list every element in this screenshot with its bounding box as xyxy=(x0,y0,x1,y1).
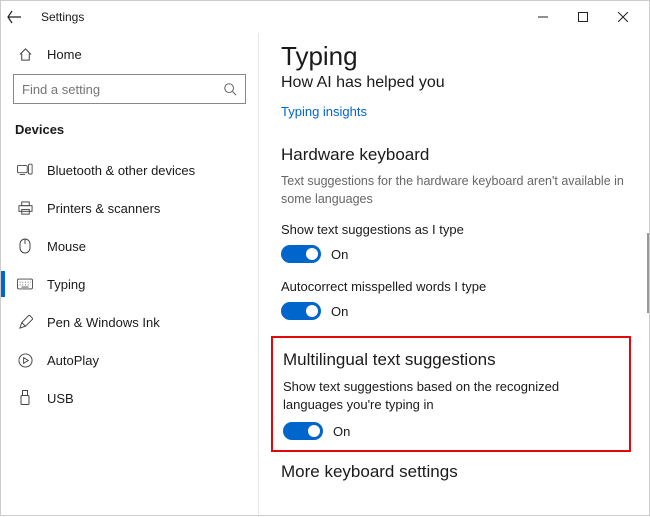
close-button[interactable] xyxy=(603,1,643,33)
nav-item-label: Mouse xyxy=(47,239,86,254)
titlebar: Settings xyxy=(1,1,649,33)
nav-item-label: Pen & Windows Ink xyxy=(47,315,160,330)
nav-item-autoplay[interactable]: AutoPlay xyxy=(13,341,246,379)
hardware-note: Text suggestions for the hardware keyboa… xyxy=(281,173,629,208)
search-input[interactable] xyxy=(22,82,223,97)
maximize-button[interactable] xyxy=(563,1,603,33)
nav-item-typing[interactable]: Typing xyxy=(13,265,246,303)
autocorrect-toggle[interactable] xyxy=(281,302,321,320)
category-title: Devices xyxy=(15,122,246,137)
hardware-keyboard-title: Hardware keyboard xyxy=(281,145,629,165)
multilingual-toggle[interactable] xyxy=(283,422,323,440)
nav-item-label: Printers & scanners xyxy=(47,201,160,216)
usb-icon xyxy=(17,390,33,406)
multilingual-title: Multilingual text suggestions xyxy=(283,350,619,370)
show-suggestions-toggle[interactable] xyxy=(281,245,321,263)
more-keyboard-title: More keyboard settings xyxy=(281,462,629,482)
keyboard-icon xyxy=(17,278,33,290)
multilingual-state: On xyxy=(333,424,350,439)
nav-item-label: Typing xyxy=(47,277,85,292)
mouse-icon xyxy=(17,238,33,254)
content-pane: Typing How AI has helped you Typing insi… xyxy=(259,33,649,517)
search-box[interactable] xyxy=(13,74,246,104)
show-suggestions-state: On xyxy=(331,247,348,262)
sidebar: Home Devices Bluetooth & other devices P… xyxy=(1,33,259,517)
home-icon xyxy=(17,47,33,62)
search-icon xyxy=(223,82,237,96)
window-title: Settings xyxy=(41,10,84,24)
autoplay-icon xyxy=(17,353,33,368)
nav-item-mouse[interactable]: Mouse xyxy=(13,227,246,265)
multilingual-desc: Show text suggestions based on the recog… xyxy=(283,378,619,414)
nav-item-label: USB xyxy=(47,391,74,406)
printer-icon xyxy=(17,201,33,216)
nav-item-usb[interactable]: USB xyxy=(13,379,246,417)
multilingual-highlight: Multilingual text suggestions Show text … xyxy=(271,336,631,452)
back-button[interactable] xyxy=(7,10,35,24)
typing-insights-link[interactable]: Typing insights xyxy=(281,104,367,119)
nav-item-printers[interactable]: Printers & scanners xyxy=(13,189,246,227)
page-subtitle: How AI has helped you xyxy=(281,74,629,92)
autocorrect-state: On xyxy=(331,304,348,319)
nav-item-label: Bluetooth & other devices xyxy=(47,163,195,178)
autocorrect-label: Autocorrect misspelled words I type xyxy=(281,279,629,294)
show-suggestions-label: Show text suggestions as I type xyxy=(281,222,629,237)
nav-item-label: AutoPlay xyxy=(47,353,99,368)
nav-home[interactable]: Home xyxy=(13,41,246,74)
minimize-button[interactable] xyxy=(523,1,563,33)
pen-icon xyxy=(17,315,33,330)
nav-item-bluetooth[interactable]: Bluetooth & other devices xyxy=(13,151,246,189)
nav-item-pen[interactable]: Pen & Windows Ink xyxy=(13,303,246,341)
nav-list: Bluetooth & other devices Printers & sca… xyxy=(13,151,246,417)
nav-home-label: Home xyxy=(47,47,82,62)
devices-icon xyxy=(17,163,33,177)
scrollbar[interactable] xyxy=(647,233,649,313)
page-heading: Typing xyxy=(281,41,629,72)
